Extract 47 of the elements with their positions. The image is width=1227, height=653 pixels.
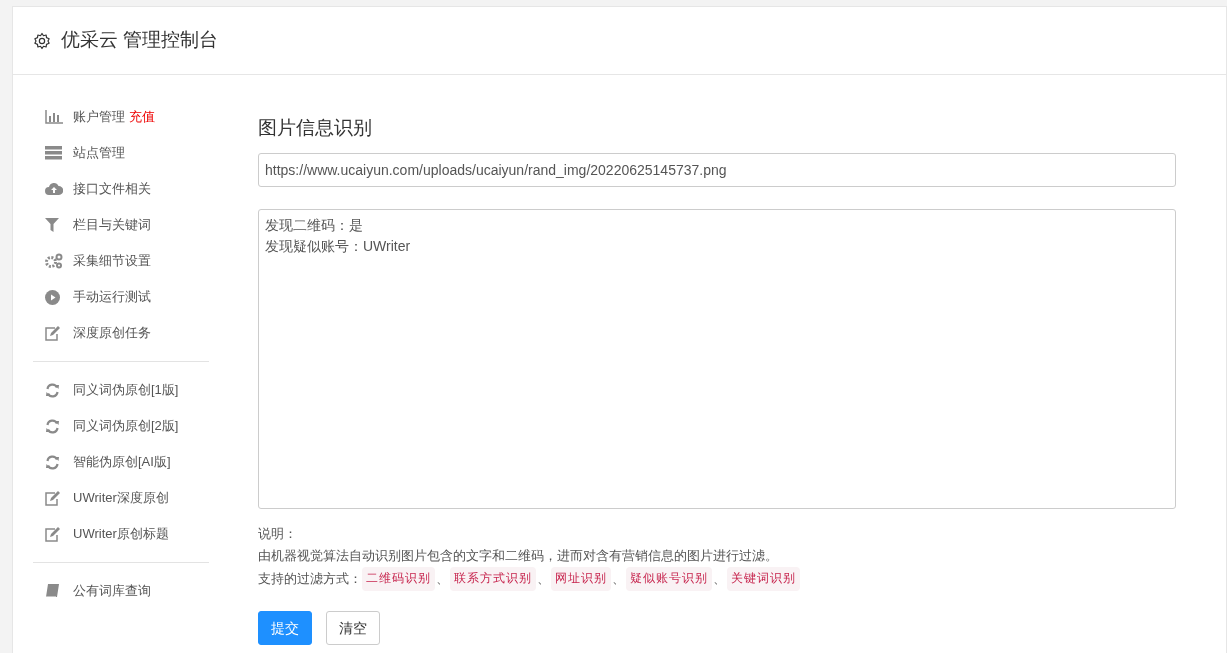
- sidebar-link[interactable]: 站点管理: [73, 143, 125, 163]
- sidebar-link[interactable]: UWriter原创标题: [73, 524, 169, 544]
- cloud-upload-icon: [45, 182, 63, 196]
- sidebar-link[interactable]: 智能伪原创[AI版]: [73, 452, 171, 472]
- edit-icon: [45, 325, 61, 341]
- settings-icon: [33, 31, 51, 50]
- sidebar-link[interactable]: 公有词库查询: [73, 581, 151, 601]
- refresh-icon: [45, 454, 60, 470]
- filter-tag: 网址识别: [551, 567, 611, 591]
- result-line: 发现二维码：是: [265, 216, 364, 235]
- edit-icon: [45, 526, 61, 542]
- filter-icon: [45, 218, 59, 232]
- sidebar-link[interactable]: 深度原创任务: [73, 323, 151, 343]
- play-icon: [45, 289, 60, 305]
- sidebar-link[interactable]: 手动运行测试: [73, 287, 151, 307]
- filter-tag: 疑似账号识别: [626, 567, 712, 591]
- notes-heading: 说明：: [258, 525, 298, 543]
- separator-text: 、: [537, 570, 550, 588]
- filter-tag: 关键词识别: [727, 567, 800, 591]
- sidebar-link[interactable]: 接口文件相关: [73, 179, 151, 199]
- sidebar-link[interactable]: 同义词伪原创[2版]: [73, 416, 179, 436]
- page-heading: 图片信息识别: [258, 116, 373, 140]
- book-icon: [45, 583, 59, 599]
- separator-text: 、: [612, 570, 625, 588]
- result-box[interactable]: 发现二维码：是 发现疑似账号：UWriter: [258, 209, 1176, 509]
- separator-text: 、: [713, 570, 726, 588]
- sidebar-link[interactable]: 栏目与关键词: [73, 215, 151, 235]
- url-field[interactable]: https://www.ucaiyun.com/uploads/ucaiyun/rand_img/20220625145737.png: [258, 153, 1176, 187]
- bar-chart-icon: [45, 110, 63, 124]
- filter-tag: 联系方式识别: [450, 567, 536, 591]
- filter-tag: 二维码识别: [362, 567, 435, 591]
- refresh-icon: [45, 418, 60, 434]
- sidebar-link[interactable]: 采集细节设置: [73, 251, 151, 271]
- notes-text: 由机器视觉算法自动识别图片包含的文字和二维码，进而对含有营销信息的图片进行过滤。: [258, 547, 779, 565]
- result-line: 发现疑似账号：UWriter: [265, 237, 412, 256]
- clear-button[interactable]: 清空: [326, 611, 380, 645]
- sidebar-link[interactable]: 同义词伪原创[1版]: [73, 380, 179, 400]
- console-title: 优采云 管理控制台: [61, 28, 219, 53]
- gears-icon: [45, 253, 63, 269]
- sidebar-link[interactable]: 账户管理: [73, 107, 125, 127]
- server-icon: [45, 146, 62, 160]
- recharge-link[interactable]: 充值: [129, 107, 155, 127]
- filters-label: 支持的过滤方式：: [258, 570, 362, 588]
- refresh-icon: [45, 382, 60, 398]
- sidebar-link[interactable]: UWriter深度原创: [73, 488, 169, 508]
- edit-icon: [45, 490, 61, 506]
- separator-text: 、: [436, 570, 449, 588]
